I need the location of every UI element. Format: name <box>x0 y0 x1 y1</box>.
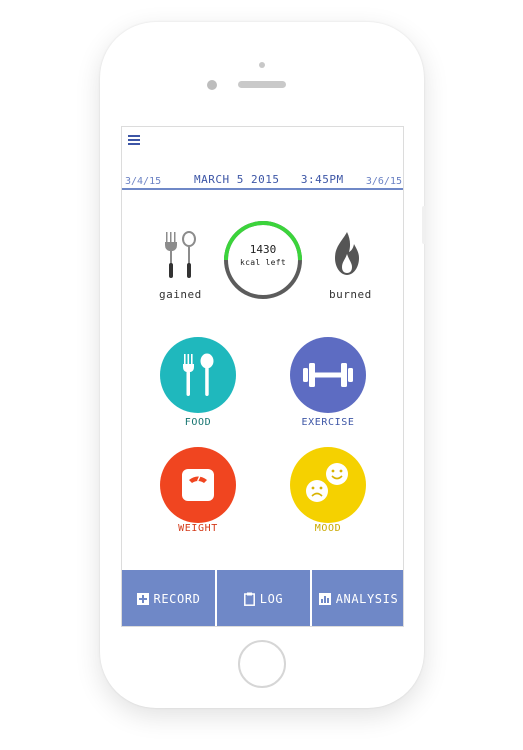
date-divider <box>122 188 403 190</box>
front-sensor <box>259 62 265 68</box>
fork-spoon-icon <box>165 231 196 278</box>
side-button <box>422 206 426 244</box>
exercise-button[interactable] <box>290 337 366 413</box>
earpiece-speaker <box>238 81 286 88</box>
date-bar: 3/4/15 MARCH 5 2015 3:45PM 3/6/15 <box>122 167 403 190</box>
bottom-tab-bar: RECORD LOG ANALYSIS <box>122 570 403 626</box>
mood-label: MOOD <box>314 523 342 534</box>
hamburger-menu-icon[interactable] <box>128 135 140 145</box>
next-date-link[interactable]: 3/6/15 <box>366 176 402 187</box>
plus-square-icon <box>136 593 149 605</box>
clipboard-icon <box>243 592 255 606</box>
tab-record-label: RECORD <box>153 592 201 606</box>
weight-button[interactable] <box>160 447 236 523</box>
faces-icon <box>306 463 348 502</box>
food-label: FOOD <box>184 417 212 428</box>
exercise-label: EXERCISE <box>301 417 355 428</box>
fork-spoon-icon <box>183 353 214 396</box>
burned-label: burned <box>329 288 372 301</box>
tab-log-label: LOG <box>259 592 284 606</box>
tab-record[interactable]: RECORD <box>122 570 217 626</box>
tab-log[interactable]: LOG <box>217 570 312 626</box>
current-date-time: MARCH 5 2015 3:45PM <box>194 173 344 186</box>
flame-icon <box>335 232 359 275</box>
tab-analysis[interactable]: ANALYSIS <box>312 570 403 626</box>
weight-label: WEIGHT <box>178 523 218 534</box>
scale-icon <box>182 469 214 501</box>
food-button[interactable] <box>160 337 236 413</box>
app-screen: 3/4/15 MARCH 5 2015 3:45PM 3/6/15 gained… <box>121 126 404 627</box>
home-button[interactable] <box>238 640 286 688</box>
mood-button[interactable] <box>290 447 366 523</box>
kcal-left-value: 1430 <box>249 243 277 256</box>
front-camera <box>207 80 217 90</box>
tab-analysis-label: ANALYSIS <box>335 592 399 606</box>
dumbbell-icon <box>303 363 353 387</box>
previous-date-link[interactable]: 3/4/15 <box>125 176 161 187</box>
kcal-left-label: kcal left <box>239 258 287 267</box>
gained-label: gained <box>159 288 202 301</box>
bar-chart-icon <box>318 593 331 605</box>
